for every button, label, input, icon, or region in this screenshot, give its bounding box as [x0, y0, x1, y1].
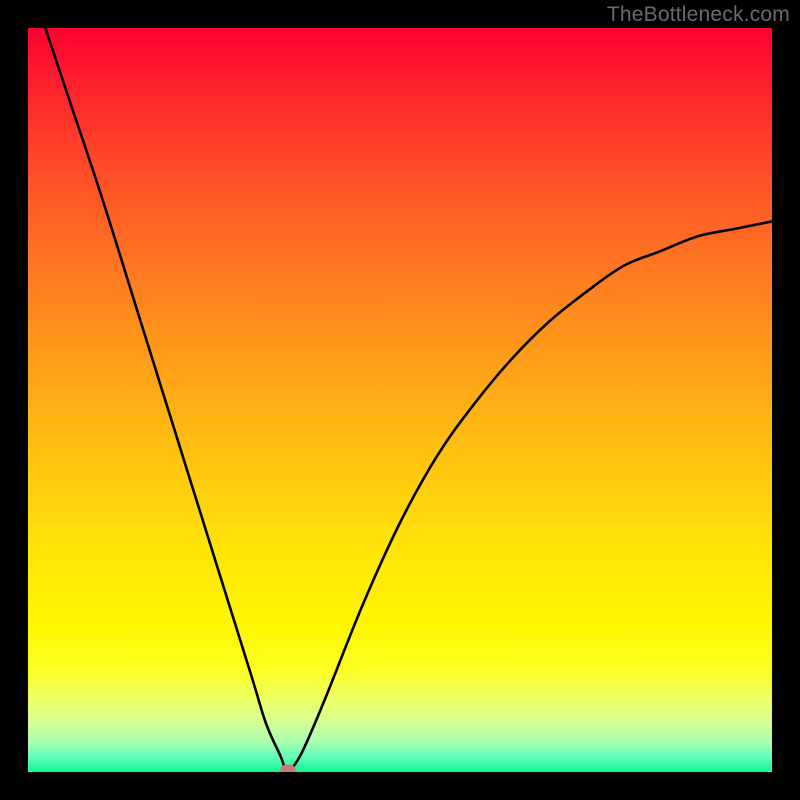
plot-area [28, 28, 772, 772]
minimum-marker [281, 764, 296, 772]
chart-stage: TheBottleneck.com [0, 0, 800, 800]
watermark-text: TheBottleneck.com [607, 3, 790, 27]
bottleneck-curve [28, 28, 772, 772]
